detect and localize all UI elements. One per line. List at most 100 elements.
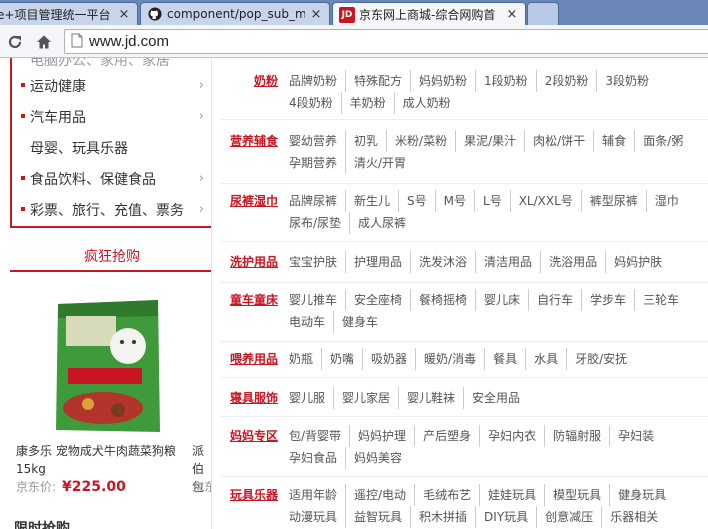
submenu-link[interactable]: 健身玩具 [609, 484, 674, 506]
submenu-link[interactable]: 安全用品 [463, 387, 528, 409]
submenu-row-label[interactable]: 奶粉 [220, 70, 278, 92]
submenu-link[interactable]: L号 [474, 190, 510, 212]
reload-icon[interactable] [4, 31, 26, 53]
submenu-link[interactable]: 孕妇内衣 [479, 425, 544, 447]
submenu-link[interactable]: 清洁用品 [475, 251, 540, 273]
category-item-baby[interactable]: 母婴、玩具乐器 [12, 132, 212, 163]
submenu-row-label[interactable]: 尿裤湿巾 [220, 190, 278, 212]
submenu-link[interactable]: 吸奶器 [362, 348, 415, 370]
category-item-sports[interactable]: 运动健康 › [12, 70, 212, 101]
product-card[interactable]: 派伯包 京东 [192, 296, 211, 506]
submenu-link[interactable]: 清火/开胃 [345, 152, 414, 174]
submenu-link[interactable]: 包/背婴带 [282, 425, 349, 447]
submenu-link[interactable]: 婴儿推车 [282, 289, 345, 311]
submenu-row-label[interactable]: 洗护用品 [220, 251, 278, 273]
submenu-link[interactable]: 成人尿裤 [349, 212, 414, 234]
submenu-link[interactable]: 果泥/果汁 [455, 130, 524, 152]
submenu-link[interactable]: 奶嘴 [321, 348, 362, 370]
submenu-link[interactable]: 品牌奶粉 [282, 70, 345, 92]
submenu-link[interactable]: 孕期营养 [282, 152, 345, 174]
submenu-link[interactable]: 洗发沐浴 [410, 251, 475, 273]
submenu-link[interactable]: 奶瓶 [282, 348, 321, 370]
submenu-link[interactable]: 水具 [525, 348, 566, 370]
submenu-link[interactable]: 妈妈护理 [349, 425, 414, 447]
submenu-link[interactable]: 羊奶粉 [340, 92, 394, 114]
new-tab-button[interactable] [527, 2, 559, 25]
submenu-link[interactable]: 初乳 [345, 130, 386, 152]
submenu-link[interactable]: 安全座椅 [345, 289, 410, 311]
submenu-link[interactable]: 遥控/电动 [345, 484, 414, 506]
submenu-link[interactable]: 适用年龄 [282, 484, 345, 506]
submenu-link[interactable]: 三轮车 [634, 289, 687, 311]
submenu-row-label[interactable]: 寝具服饰 [220, 387, 278, 409]
submenu-link[interactable]: 益智玩具 [345, 506, 410, 528]
submenu-link[interactable]: 孕妇装 [609, 425, 662, 447]
submenu-link[interactable]: 护理用品 [345, 251, 410, 273]
submenu-link[interactable]: 电动车 [282, 311, 333, 333]
submenu-link[interactable]: DIY玩具 [475, 506, 536, 528]
submenu-link[interactable]: 妈妈美容 [345, 447, 410, 469]
submenu-link[interactable]: 防辐射服 [544, 425, 609, 447]
submenu-link[interactable]: 宝宝护肤 [282, 251, 345, 273]
submenu-link[interactable]: M号 [434, 190, 474, 212]
submenu-row-label[interactable]: 童车童床 [220, 289, 278, 311]
submenu-link[interactable]: 健身车 [333, 311, 386, 333]
submenu-link[interactable]: 积木拼插 [410, 506, 475, 528]
submenu-link[interactable]: 3段奶粉 [596, 70, 657, 92]
submenu-link[interactable]: 2段奶粉 [535, 70, 597, 92]
submenu-link[interactable]: 牙胶/安抚 [566, 348, 635, 370]
submenu-link[interactable]: 婴幼营养 [282, 130, 345, 152]
submenu-link[interactable]: 洗浴用品 [540, 251, 605, 273]
submenu-link[interactable]: 孕妇食品 [282, 447, 345, 469]
browser-tab-1[interactable]: e+项目管理统一平台 × [0, 2, 138, 25]
submenu-link[interactable]: 暖奶/消毒 [415, 348, 484, 370]
browser-tab-2[interactable]: component/pop_sub_m × [140, 2, 330, 25]
submenu-link[interactable]: 4段奶粉 [282, 92, 341, 114]
submenu-link[interactable]: 婴儿鞋袜 [398, 387, 463, 409]
submenu-link[interactable]: 成人奶粉 [393, 92, 459, 114]
submenu-link[interactable]: 餐具 [484, 348, 525, 370]
submenu-link[interactable]: S号 [398, 190, 435, 212]
product-image[interactable] [48, 296, 168, 436]
address-bar[interactable]: www.jd.com [64, 29, 708, 54]
submenu-link[interactable]: 毛绒布艺 [414, 484, 479, 506]
submenu-link[interactable]: 产后塑身 [414, 425, 479, 447]
submenu-link[interactable]: 品牌尿裤 [282, 190, 345, 212]
submenu-link[interactable]: 辅食 [593, 130, 634, 152]
category-item-auto[interactable]: 汽车用品 › [12, 101, 212, 132]
submenu-link[interactable]: 婴儿家居 [333, 387, 398, 409]
browser-tab-3-active[interactable]: JD 京东网上商城-综合网购首 × [332, 2, 526, 25]
submenu-row-label[interactable]: 玩具乐器 [220, 484, 278, 506]
close-tab-icon[interactable]: × [309, 7, 323, 22]
submenu-row-label[interactable]: 喂养用品 [220, 348, 278, 370]
submenu-link[interactable]: 婴儿床 [475, 289, 528, 311]
submenu-link[interactable]: XL/XXL号 [509, 190, 581, 212]
submenu-row-label[interactable]: 营养辅食 [220, 130, 278, 152]
submenu-link[interactable]: 学步车 [581, 289, 634, 311]
submenu-link[interactable]: 特殊配方 [345, 70, 410, 92]
submenu-link[interactable]: 裤型尿裤 [580, 190, 646, 212]
category-item-partial[interactable]: 电脑办公、家用、家居 [12, 58, 212, 70]
submenu-link[interactable]: 动漫玩具 [282, 506, 345, 528]
submenu-link[interactable]: 自行车 [528, 289, 581, 311]
product-name[interactable]: 康多乐 宠物成犬牛肉蔬菜狗粮15kg [16, 442, 192, 478]
submenu-link[interactable]: 餐椅摇椅 [410, 289, 475, 311]
submenu-row-label[interactable]: 妈妈专区 [220, 425, 278, 447]
close-tab-icon[interactable]: × [505, 7, 519, 22]
submenu-link[interactable]: 妈妈护肤 [605, 251, 670, 273]
submenu-link[interactable]: 妈妈奶粉 [410, 70, 475, 92]
category-item-lottery[interactable]: 彩票、旅行、充值、票务 › [12, 194, 212, 225]
flash-sale-title[interactable]: 疯狂抢购 [10, 244, 214, 272]
submenu-link[interactable]: 娃娃玩具 [479, 484, 544, 506]
submenu-link[interactable]: 创意减压 [536, 506, 601, 528]
submenu-link[interactable]: 尿布/尿垫 [282, 212, 349, 234]
submenu-link[interactable]: 肉松/饼干 [524, 130, 593, 152]
category-item-food[interactable]: 食品饮料、保健食品 › [12, 163, 212, 194]
submenu-link[interactable]: 婴儿服 [282, 387, 333, 409]
close-tab-icon[interactable]: × [117, 7, 131, 22]
submenu-link[interactable]: 模型玩具 [544, 484, 609, 506]
submenu-link[interactable]: 新生儿 [345, 190, 398, 212]
submenu-link[interactable]: 湿巾 [645, 190, 687, 212]
submenu-link[interactable]: 1段奶粉 [475, 70, 536, 92]
submenu-link[interactable]: 面条/粥 [634, 130, 691, 152]
